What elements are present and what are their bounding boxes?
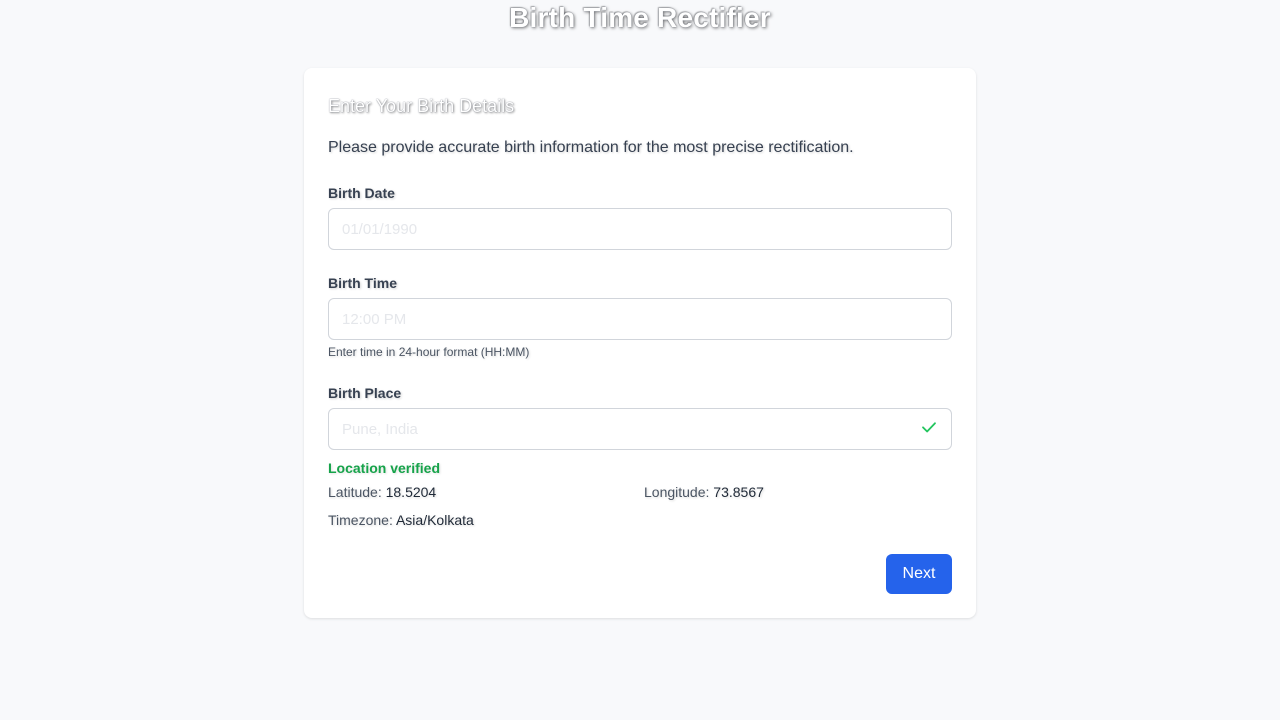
page-title: Birth Time Rectifier <box>509 2 771 33</box>
longitude-readout: Longitude: 73.8567 <box>644 484 764 500</box>
birth-time-hint: Enter time in 24-hour format (HH:MM) <box>328 345 530 359</box>
longitude-label: Longitude: <box>644 484 710 500</box>
location-verified-status: Location verified <box>328 460 441 476</box>
latitude-value: 18.5204 <box>385 484 437 500</box>
birth-place-label: Birth Place <box>328 385 402 401</box>
birth-place-input[interactable] <box>328 408 952 450</box>
birth-time-label: Birth Time <box>328 275 397 291</box>
birth-time-input[interactable] <box>328 298 952 340</box>
latitude-label: Latitude: <box>328 484 382 500</box>
check-icon <box>922 422 936 433</box>
timezone-value: Asia/Kolkata <box>395 512 474 528</box>
card-heading: Enter Your Birth Details <box>328 96 515 116</box>
latitude-readout: Latitude: 18.5204 <box>328 484 436 500</box>
birth-details-card: Enter Your Birth Details Please provide … <box>304 68 976 618</box>
intro-text: Please provide accurate birth informatio… <box>328 139 854 156</box>
next-button[interactable]: Next <box>886 554 952 594</box>
longitude-value: 73.8567 <box>713 484 764 500</box>
timezone-readout: Timezone: Asia/Kolkata <box>328 512 474 528</box>
timezone-label: Timezone: <box>328 512 393 528</box>
birth-date-input[interactable] <box>328 208 952 250</box>
birth-date-label: Birth Date <box>328 185 395 201</box>
